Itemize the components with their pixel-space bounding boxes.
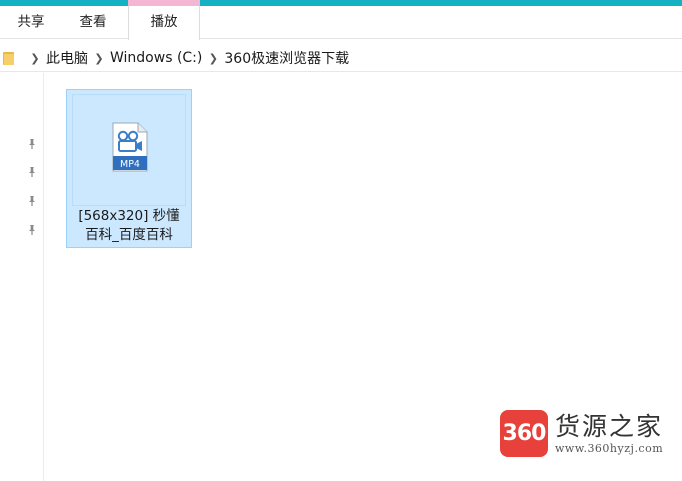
pin-icon[interactable] bbox=[26, 224, 38, 236]
pin-icon[interactable] bbox=[26, 138, 38, 150]
tab-view[interactable]: 查看 bbox=[68, 6, 118, 39]
breadcrumb-download-folder[interactable]: 360极速浏览器下载 bbox=[224, 48, 349, 68]
watermark-title: 货源之家 bbox=[555, 412, 664, 441]
navigation-pane bbox=[0, 73, 44, 481]
breadcrumb: ❯ 此电脑 ❯ Windows (C:) ❯ 360极速浏览器下载 bbox=[24, 44, 349, 72]
file-thumbnail: MP4 bbox=[72, 94, 186, 206]
watermark-badge: 360 bbox=[500, 410, 548, 457]
chevron-right-icon[interactable]: ❯ bbox=[30, 44, 40, 72]
chevron-right-icon[interactable]: ❯ bbox=[208, 44, 218, 72]
file-name: [568x320] 秒懂 百科_百度百科 bbox=[67, 207, 191, 245]
folder-icon bbox=[0, 50, 14, 66]
address-bar[interactable]: ❯ 此电脑 ❯ Windows (C:) ❯ 360极速浏览器下载 bbox=[0, 44, 682, 72]
svg-text:MP4: MP4 bbox=[120, 159, 140, 170]
file-name-line2: 百科_百度百科 bbox=[85, 227, 173, 243]
pin-icon[interactable] bbox=[26, 195, 38, 207]
watermark-url: www.360hyzj.com bbox=[555, 442, 664, 455]
breadcrumb-this-pc[interactable]: 此电脑 bbox=[46, 48, 88, 68]
file-item-mp4[interactable]: MP4 [568x320] 秒懂 百科_百度百科 bbox=[66, 89, 192, 248]
tab-play[interactable]: 播放 bbox=[128, 6, 200, 40]
tab-share[interactable]: 共享 bbox=[8, 6, 54, 39]
video-file-icon: MP4 bbox=[112, 122, 148, 172]
watermark-logo: 360 货源之家 www.360hyzj.com bbox=[497, 407, 682, 459]
ribbon-tab-bar: 共享 查看 播放 bbox=[0, 6, 682, 40]
breadcrumb-windows-c[interactable]: Windows (C:) bbox=[110, 50, 202, 66]
pin-icon[interactable] bbox=[26, 166, 38, 178]
chevron-right-icon[interactable]: ❯ bbox=[94, 44, 104, 72]
file-name-line1: [568x320] 秒懂 bbox=[78, 208, 180, 224]
